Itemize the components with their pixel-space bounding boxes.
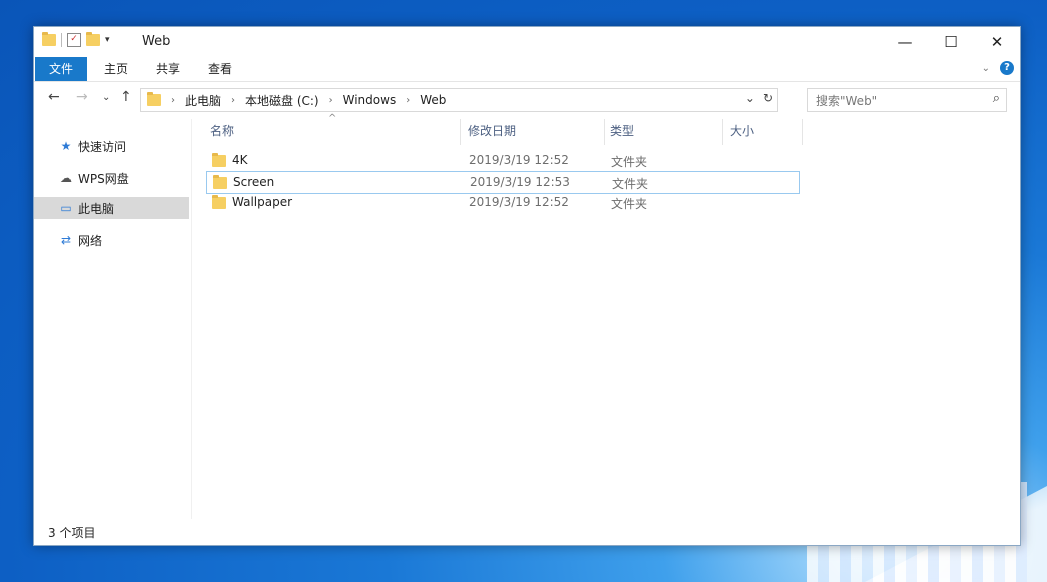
expand-ribbon-icon[interactable]: ⌄: [982, 63, 990, 74]
folder-icon: [213, 175, 227, 189]
folder-icon: [212, 153, 226, 167]
forward-button[interactable]: →: [76, 89, 88, 105]
navigation-bar: ← → ⌄ ↑ › 此电脑 › 本地磁盘 (C:) › Windows › We…: [34, 83, 1020, 115]
up-button[interactable]: ↑: [120, 89, 132, 105]
file-type: 文件夹: [611, 155, 648, 169]
navigation-pane: ★ 快速访问 ☁ WPS网盘 ▭ 此电脑 ⇄ 网络: [34, 119, 192, 519]
quick-access-toolbar: ✓ ▾: [42, 32, 110, 47]
computer-icon: ▭: [60, 201, 72, 215]
table-row[interactable]: 4K 2019/3/19 12:52 文件夹: [206, 150, 798, 171]
sidebar-item-label: 网络: [78, 233, 103, 248]
file-list: ^ 名称 修改日期 类型 大小 4K 2019/3/19 12:52 文件夹 S…: [194, 113, 1020, 519]
close-button[interactable]: ✕: [974, 27, 1020, 57]
maximize-button[interactable]: ☐: [928, 27, 974, 57]
folder-icon: [42, 32, 56, 46]
column-divider[interactable]: [604, 119, 605, 145]
sidebar-item-quick-access[interactable]: ★ 快速访问: [34, 135, 189, 157]
file-type: 文件夹: [612, 177, 649, 191]
file-date: 2019/3/19 12:52: [469, 153, 569, 167]
properties-icon[interactable]: ✓: [67, 33, 81, 47]
table-row-selected[interactable]: Screen 2019/3/19 12:53 文件夹: [206, 171, 800, 194]
window-title: Web: [142, 34, 171, 49]
breadcrumb-web[interactable]: Web: [420, 93, 446, 107]
table-row[interactable]: Wallpaper 2019/3/19 12:52 文件夹: [206, 192, 798, 213]
breadcrumb-windows[interactable]: Windows: [343, 93, 397, 107]
column-header-size[interactable]: 大小: [730, 119, 754, 143]
pane-divider[interactable]: [191, 119, 192, 519]
folder-icon: [212, 195, 226, 209]
breadcrumb-separator[interactable]: ›: [171, 95, 175, 106]
column-divider[interactable]: [802, 119, 803, 145]
cloud-icon: ☁: [60, 171, 72, 185]
sort-ascending-icon: ^: [328, 113, 337, 124]
tab-file[interactable]: 文件: [35, 57, 88, 81]
recent-locations-icon[interactable]: ⌄: [102, 92, 110, 103]
tab-share[interactable]: 共享: [142, 57, 194, 81]
sidebar-item-wps-drive[interactable]: ☁ WPS网盘: [34, 167, 189, 189]
sidebar-item-label: 此电脑: [78, 201, 115, 216]
network-icon: ⇄: [60, 233, 72, 247]
search-icon[interactable]: ⌕: [993, 91, 1000, 106]
address-dropdown-icon[interactable]: ⌄: [745, 91, 755, 105]
column-divider[interactable]: [722, 119, 723, 145]
breadcrumb-local-disk[interactable]: 本地磁盘 (C:): [245, 92, 319, 109]
status-bar-item-count: 3 个项目: [48, 526, 96, 540]
file-explorer-window: ✓ ▾ Web — ☐ ✕ 文件 主页 共享 查看 ⌄ ? ← → ⌄ ↑ › …: [33, 26, 1021, 546]
tab-view[interactable]: 查看: [194, 57, 246, 81]
back-button[interactable]: ←: [48, 89, 60, 105]
folder-icon: [147, 92, 161, 106]
sidebar-item-label: 快速访问: [78, 139, 127, 154]
breadcrumb-separator[interactable]: ›: [329, 95, 333, 106]
customize-toolbar-icon[interactable]: ▾: [105, 35, 110, 45]
column-header-type[interactable]: 类型: [610, 119, 634, 143]
file-name: Wallpaper: [232, 195, 293, 209]
file-date: 2019/3/19 12:52: [469, 195, 569, 209]
tab-home[interactable]: 主页: [90, 57, 142, 81]
column-divider[interactable]: [460, 119, 461, 145]
toolbar-divider: [61, 33, 62, 47]
file-name: Screen: [233, 175, 275, 189]
search-placeholder: 搜索"Web": [816, 93, 878, 108]
new-folder-icon[interactable]: [86, 32, 100, 46]
file-name: 4K: [232, 153, 248, 167]
help-icon[interactable]: ?: [1000, 61, 1014, 75]
file-type: 文件夹: [611, 197, 648, 211]
sidebar-item-this-pc[interactable]: ▭ 此电脑: [34, 197, 189, 219]
address-bar-buttons: ⌄ ↻: [745, 91, 773, 105]
title-bar: ✓ ▾ Web — ☐ ✕: [34, 27, 1020, 57]
star-icon: ★: [60, 139, 72, 153]
breadcrumb-this-pc[interactable]: 此电脑: [185, 92, 221, 109]
ribbon-right-controls: ⌄ ?: [982, 61, 1014, 75]
search-box[interactable]: 搜索"Web" ⌕: [807, 88, 1007, 112]
minimize-button[interactable]: —: [882, 27, 928, 57]
column-header-name[interactable]: 名称: [210, 119, 234, 143]
file-date: 2019/3/19 12:53: [470, 175, 570, 189]
refresh-icon[interactable]: ↻: [763, 91, 773, 105]
breadcrumb-separator[interactable]: ›: [406, 95, 410, 106]
address-bar[interactable]: › 此电脑 › 本地磁盘 (C:) › Windows › Web ⌄ ↻: [140, 88, 778, 112]
window-controls: — ☐ ✕: [882, 27, 1020, 57]
breadcrumb-separator[interactable]: ›: [231, 95, 235, 106]
sidebar-item-label: WPS网盘: [78, 171, 129, 186]
ribbon-tabs: 文件 主页 共享 查看 ⌄ ?: [34, 57, 1020, 82]
column-header-date[interactable]: 修改日期: [468, 119, 516, 143]
sidebar-item-network[interactable]: ⇄ 网络: [34, 229, 189, 251]
